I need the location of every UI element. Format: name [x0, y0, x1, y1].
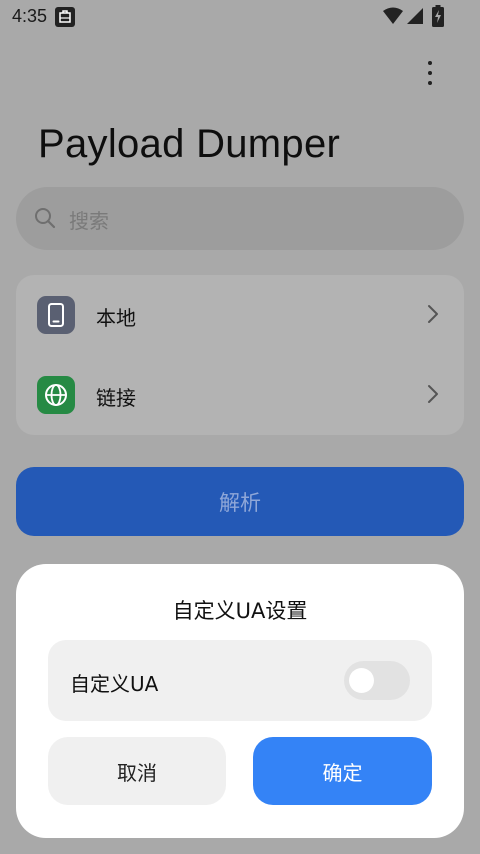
parse-button[interactable]: 解析 [16, 467, 464, 536]
source-item-label: 链接 [96, 386, 136, 410]
page-title: Payload Dumper [38, 122, 341, 166]
chevron-right-icon [426, 383, 440, 409]
more-vertical-icon[interactable] [417, 58, 443, 88]
source-item-label: 本地 [96, 306, 136, 330]
phone-icon [37, 296, 75, 334]
custom-ua-row[interactable]: 自定义UA [48, 640, 432, 721]
custom-ua-label: 自定义UA [70, 672, 159, 696]
search-placeholder: 搜索 [69, 209, 109, 233]
custom-ua-dialog: 自定义UA设置 自定义UA 取消 确定 [16, 564, 464, 838]
toggle-knob [349, 668, 374, 693]
search-icon [34, 207, 56, 233]
globe-icon [37, 376, 75, 414]
custom-ua-toggle[interactable] [344, 661, 410, 700]
source-item-link[interactable]: 链接 [16, 355, 464, 435]
cancel-button[interactable]: 取消 [48, 737, 226, 805]
source-item-local[interactable]: 本地 [16, 275, 464, 355]
dialog-title: 自定义UA设置 [172, 599, 308, 623]
chevron-right-icon [426, 303, 440, 329]
confirm-button[interactable]: 确定 [253, 737, 432, 805]
